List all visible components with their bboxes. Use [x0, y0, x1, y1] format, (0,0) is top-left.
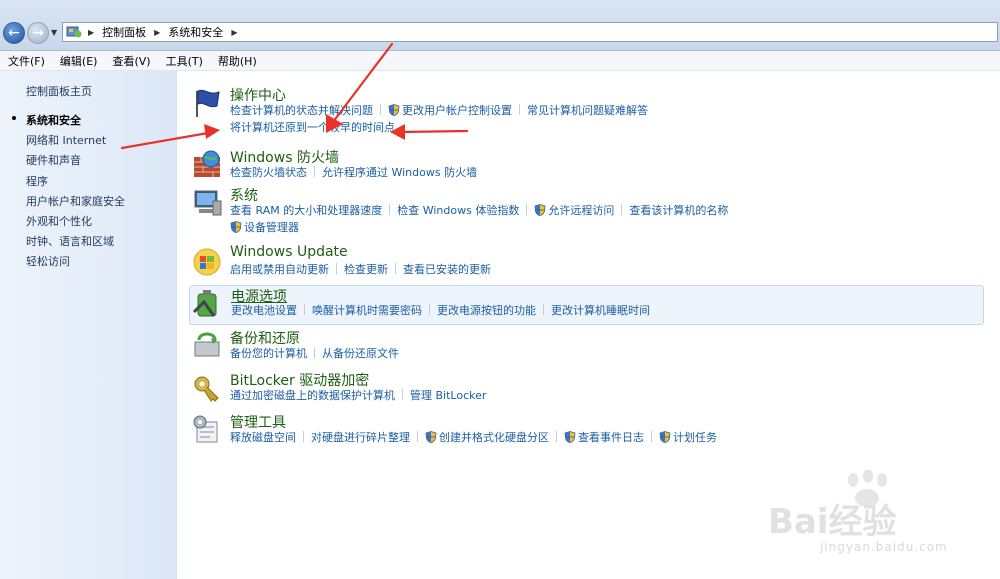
watermark-url: jingyan.baidu.com [820, 540, 948, 554]
annotation-arrow-diagonal [331, 42, 394, 124]
annotation-arrow-right [400, 129, 469, 134]
watermark-brand: Bai经验 [768, 502, 897, 542]
annotation-arrow-left [120, 131, 210, 150]
